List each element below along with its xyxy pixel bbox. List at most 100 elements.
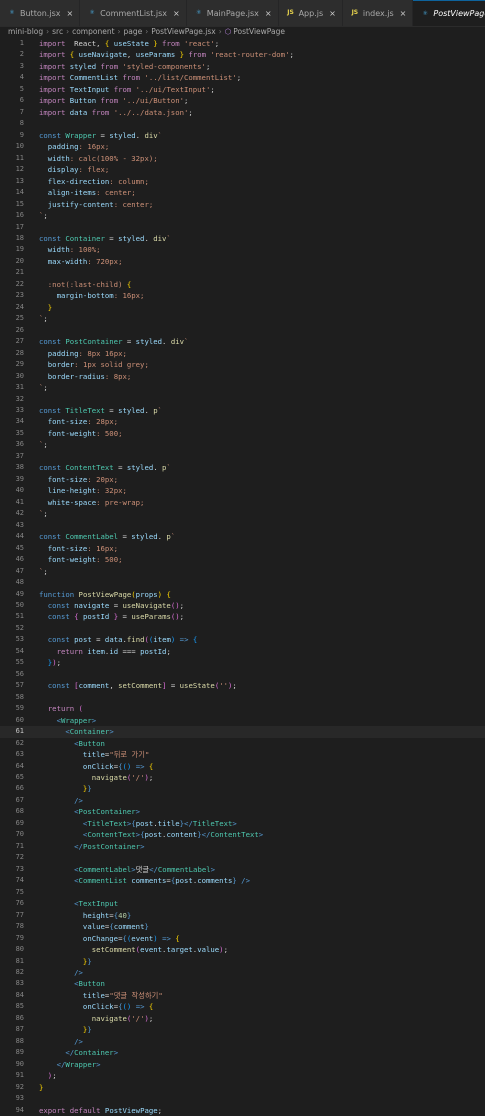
code-line[interactable]: 83 <Button [0, 978, 485, 989]
code-line[interactable]: 8 [0, 118, 485, 129]
code-line[interactable]: 77 height={40} [0, 910, 485, 921]
code-line[interactable]: 46 font-weight: 500; [0, 554, 485, 565]
code-line[interactable]: 54 return item.id === postId; [0, 646, 485, 657]
code-line[interactable]: 14 align-items: center; [0, 187, 485, 198]
code-line[interactable]: 15 justify-content: center; [0, 199, 485, 210]
code-line[interactable]: 78 value={comment} [0, 921, 485, 932]
code-line[interactable]: 57 const [comment, setComment] = useStat… [0, 680, 485, 691]
code-line[interactable]: 18 const Container = styled. div` [0, 233, 485, 244]
breadcrumb-item[interactable]: component [72, 27, 114, 36]
code-line[interactable]: 51 const { postId } = useParams(); [0, 611, 485, 622]
tab-app-js[interactable]: JS App.js × [278, 0, 343, 26]
code-line[interactable]: 40 line-height: 32px; [0, 485, 485, 496]
breadcrumb-item[interactable]: src [52, 27, 63, 36]
code-line[interactable]: 23 margin-bottom: 16px; [0, 290, 485, 301]
code-line[interactable]: 39 font-size: 20px; [0, 474, 485, 485]
code-line[interactable]: 69 <TitleText>{post.title}</TitleText> [0, 818, 485, 829]
code-line[interactable]: 52 [0, 623, 485, 634]
code-line[interactable]: 74 <CommentList comments={post.comments}… [0, 875, 485, 886]
code-line[interactable]: 59 return ( [0, 703, 485, 714]
tab-mainpage-jsx[interactable]: ⚛ MainPage.jsx × [186, 0, 279, 26]
code-line[interactable]: 60 <Wrapper> [0, 715, 485, 726]
code-line[interactable]: 72 [0, 852, 485, 863]
code-line[interactable]: 84 title="댓글 작성하기" [0, 990, 485, 1001]
code-line[interactable]: 22 :not(:last-child) { [0, 279, 485, 290]
code-line[interactable]: 62 <Button [0, 738, 485, 749]
code-line[interactable]: 93 [0, 1093, 485, 1104]
breadcrumb-item[interactable]: mini-blog [8, 27, 43, 36]
tab-button-jsx[interactable]: ⚛ Button.jsx × [0, 0, 81, 26]
code-line[interactable]: 28 padding: 8px 16px; [0, 348, 485, 359]
code-line[interactable]: 66 }} [0, 783, 485, 794]
code-line[interactable]: 45 font-size: 16px; [0, 543, 485, 554]
code-line[interactable]: 76 <TextInput [0, 898, 485, 909]
code-line[interactable]: 71 </PostContainer> [0, 841, 485, 852]
code-line[interactable]: 79 onChange={(event) => { [0, 933, 485, 944]
code-line[interactable]: 70 <ContentText>{post.content}</ContentT… [0, 829, 485, 840]
code-line[interactable]: 10 padding: 16px; [0, 141, 485, 152]
code-line[interactable]: 43 [0, 520, 485, 531]
code-line[interactable]: 49 function PostViewPage(props) { [0, 589, 485, 600]
code-line[interactable]: 11 width: calc(100% - 32px); [0, 153, 485, 164]
code-line[interactable]: 33 const TitleText = styled. p` [0, 405, 485, 416]
code-line[interactable]: 26 [0, 325, 485, 336]
code-line[interactable]: 16 `; [0, 210, 485, 221]
code-line[interactable]: 67 /> [0, 795, 485, 806]
close-icon[interactable]: × [400, 9, 407, 18]
code-line[interactable]: 21 [0, 267, 485, 278]
code-line[interactable]: 19 width: 100%; [0, 244, 485, 255]
tab-postviewpage-jsx[interactable]: ⚛PostViewPage.jsx× [413, 0, 485, 26]
code-line[interactable]: 65 navigate('/'); [0, 772, 485, 783]
code-line[interactable]: 6 import Button from '../ui/Button'; [0, 95, 485, 106]
code-line[interactable]: 36 `; [0, 439, 485, 450]
close-icon[interactable]: × [66, 9, 73, 18]
code-line[interactable]: 5 import TextInput from '../ui/TextInput'… [0, 84, 485, 95]
code-line[interactable]: 80 setComment(event.target.value); [0, 944, 485, 955]
code-line[interactable]: 13 flex-direction: column; [0, 176, 485, 187]
code-line[interactable]: 17 [0, 222, 485, 233]
code-line[interactable]: 88 /> [0, 1036, 485, 1047]
code-line[interactable]: 7 import data from '../../data.json'; [0, 107, 485, 118]
code-line[interactable]: 27 const PostContainer = styled. div` [0, 336, 485, 347]
tab-commentlist-jsx[interactable]: ⚛ CommentList.jsx × [80, 0, 187, 26]
code-line[interactable]: 68 <PostContainer> [0, 806, 485, 817]
code-line[interactable]: 53 const post = data.find((item) => { [0, 634, 485, 645]
close-icon[interactable]: × [265, 9, 272, 18]
code-line[interactable]: 75 [0, 887, 485, 898]
code-line[interactable]: 89 </Container> [0, 1047, 485, 1058]
code-line[interactable]: 12 display: flex; [0, 164, 485, 175]
code-line[interactable]: 44 const CommentLabel = styled. p` [0, 531, 485, 542]
close-icon[interactable]: × [173, 9, 180, 18]
code-line[interactable]: 38 const ContentText = styled. p` [0, 462, 485, 473]
code-line[interactable]: 91 ); [0, 1070, 485, 1081]
code-line[interactable]: 50 const navigate = useNavigate(); [0, 600, 485, 611]
code-line[interactable]: 86 navigate('/'); [0, 1013, 485, 1024]
code-line[interactable]: 47 `; [0, 566, 485, 577]
breadcrumb-item[interactable]: PostViewPage [233, 27, 285, 36]
code-line[interactable]: 87 }} [0, 1024, 485, 1035]
code-line[interactable]: 48 [0, 577, 485, 588]
code-line[interactable]: 1 import React, { useState } from 'react'… [0, 38, 485, 49]
code-line[interactable]: 31 `; [0, 382, 485, 393]
code-line[interactable]: 85 onClick={() => { [0, 1001, 485, 1012]
tab-index-js[interactable]: JS index.js × [342, 0, 414, 26]
code-line[interactable]: 92} [0, 1082, 485, 1093]
code-line[interactable]: 42 `; [0, 508, 485, 519]
close-icon[interactable]: × [329, 9, 336, 18]
code-line[interactable]: 61 <Container> [0, 726, 485, 738]
code-line[interactable]: 56 [0, 669, 485, 680]
code-line[interactable]: 29 border: 1px solid grey; [0, 359, 485, 370]
breadcrumb-item[interactable]: page [124, 27, 143, 36]
code-line[interactable]: 94 export default PostViewPage; [0, 1105, 485, 1116]
breadcrumb-item[interactable]: PostViewPage.jsx [151, 27, 215, 36]
code-line[interactable]: 63 title="뒤로 가기" [0, 749, 485, 760]
code-line[interactable]: 3 import styled from 'styled-components'; [0, 61, 485, 72]
code-line[interactable]: 34 font-size: 28px; [0, 416, 485, 427]
code-line[interactable]: 35 font-weight: 500; [0, 428, 485, 439]
code-line[interactable]: 9 const Wrapper = styled. div` [0, 130, 485, 141]
code-line[interactable]: 64 onClick={() => { [0, 761, 485, 772]
code-line[interactable]: 2 import { useNavigate, useParams } from … [0, 49, 485, 60]
code-line[interactable]: 58 [0, 692, 485, 703]
code-line[interactable]: 73 <CommentLabel>댓글</CommentLabel> [0, 864, 485, 875]
code-line[interactable]: 41 white-space: pre-wrap; [0, 497, 485, 508]
